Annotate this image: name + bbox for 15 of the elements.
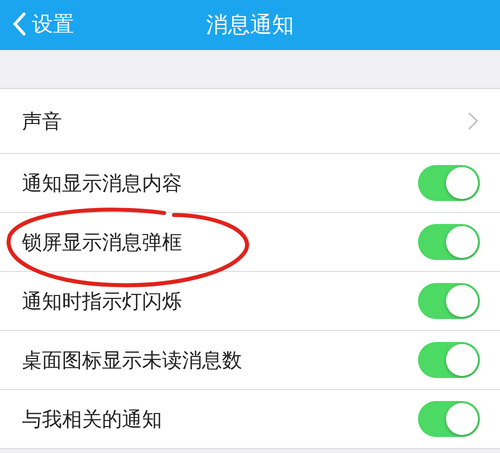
toggle-switch[interactable] <box>418 165 480 201</box>
toggle-switch[interactable] <box>418 342 480 378</box>
toggle-switch[interactable] <box>418 401 480 437</box>
toggle-switch[interactable] <box>418 224 480 260</box>
page-title: 消息通知 <box>206 12 294 40</box>
setting-label: 锁屏显示消息弹框 <box>22 228 182 256</box>
setting-label: 通知时指示灯闪烁 <box>22 288 182 314</box>
settings-link-row[interactable]: 声音 <box>0 89 500 154</box>
toggle-switch[interactable] <box>418 283 480 319</box>
setting-label: 通知显示消息内容 <box>22 170 182 196</box>
back-icon <box>12 12 26 36</box>
setting-label: 桌面图标显示未读消息数 <box>22 346 242 374</box>
chevron-icon <box>468 112 478 130</box>
setting-label: 声音 <box>22 108 62 134</box>
setting-label: 与我相关的通知 <box>22 406 162 432</box>
